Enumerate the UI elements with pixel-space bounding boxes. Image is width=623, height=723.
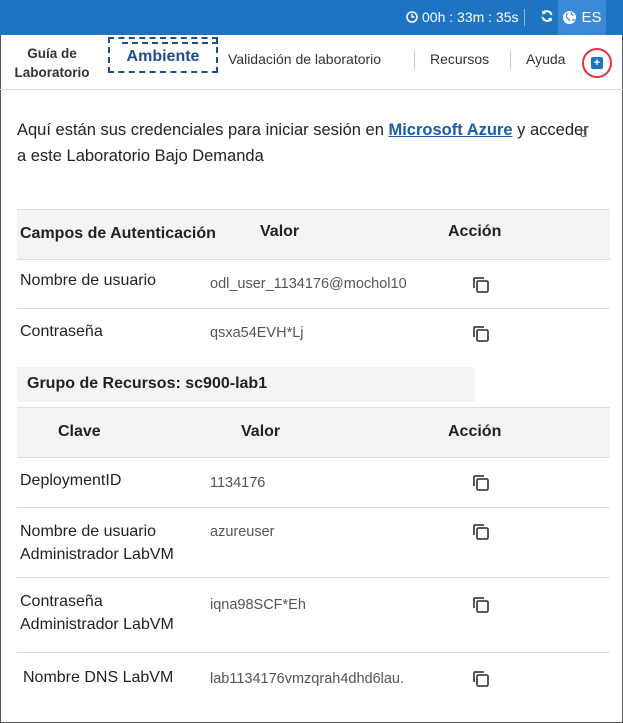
row-value: odl_user_1134176@mochol10 <box>210 276 407 292</box>
copy-icon[interactable] <box>472 276 490 294</box>
lab-timer: 00h : 33m : 35s <box>406 9 519 25</box>
header-accion: Acción <box>448 423 502 440</box>
header-clave: Clave <box>58 423 101 440</box>
row-value: iqna98SCF*Eh <box>210 597 306 613</box>
tab-validacion[interactable]: Validación de laboratorio <box>228 51 381 67</box>
header-campos: Campos de Autenticación <box>20 225 216 242</box>
intro-text: Aquí están sus credenciales para iniciar… <box>17 117 597 169</box>
header-valor: Valor <box>241 423 281 440</box>
row-field: Nombre de usuario Administrador LabVM <box>20 523 174 563</box>
row-value: qsxa54EVH*Lj <box>210 325 304 341</box>
intro-text-before: Aquí están sus credenciales para iniciar… <box>17 121 389 139</box>
topbar-divider <box>524 9 525 26</box>
table-row: DeploymentID 1134176 <box>17 457 610 508</box>
table-row: Contraseña qsxa54EVH*Lj <box>17 308 610 359</box>
row-field: Contraseña <box>20 323 103 340</box>
top-bar: 00h : 33m : 35s ES <box>0 0 623 35</box>
copy-icon[interactable] <box>472 474 490 492</box>
header-valor: Valor <box>260 223 300 240</box>
header-accion: Acción <box>448 223 502 240</box>
stray-char: d <box>580 125 588 140</box>
tab-guia-laboratorio[interactable]: Guía de Laboratorio <box>8 44 96 82</box>
active-tab-indicator <box>122 42 218 44</box>
language-label: ES <box>581 9 602 26</box>
expand-icon: + <box>591 57 603 69</box>
language-selector[interactable]: ES <box>558 0 606 35</box>
row-value: 1134176 <box>210 475 266 491</box>
row-field: Contraseña Administrador LabVM <box>20 593 174 633</box>
tab-divider <box>510 50 511 70</box>
copy-icon[interactable] <box>472 325 490 343</box>
tab-ayuda[interactable]: Ayuda <box>526 51 565 67</box>
resource-group-label: Grupo de Recursos: sc900-lab1 <box>27 375 268 392</box>
refresh-icon[interactable] <box>540 9 554 23</box>
table-row: Nombre de usuario Administrador LabVM az… <box>17 507 610 578</box>
expand-button[interactable]: + <box>582 48 612 78</box>
copy-icon[interactable] <box>472 523 490 541</box>
table-row: Nombre DNS LabVM lab1134176vmzqrah4dhd6l… <box>17 652 610 703</box>
clock-icon <box>406 11 418 23</box>
table-row: Nombre de usuario odl_user_1134176@mocho… <box>17 259 610 309</box>
row-value: azureuser <box>210 524 275 540</box>
copy-icon[interactable] <box>472 670 490 688</box>
resource-table-header: Clave Valor Acción <box>17 407 610 458</box>
globe-icon <box>563 10 577 25</box>
row-value: lab1134176vmzqrah4dhd6lau. <box>210 671 405 687</box>
tab-divider <box>414 50 415 70</box>
copy-icon[interactable] <box>472 596 490 614</box>
azure-link[interactable]: Microsoft Azure <box>388 121 512 139</box>
auth-table-header: Campos de Autenticación Valor Acción <box>17 209 610 260</box>
tab-recursos[interactable]: Recursos <box>430 51 489 67</box>
table-row: Contraseña Administrador LabVM iqna98SCF… <box>17 577 610 653</box>
row-field: Nombre DNS LabVM <box>23 669 174 686</box>
timer-text: 00h : 33m : 35s <box>422 9 519 25</box>
resource-group-title: Grupo de Recursos: sc900-lab1 <box>17 367 475 402</box>
tab-bar: Guía de Laboratorio Ambiente Validación … <box>0 35 623 90</box>
row-field: DeploymentID <box>20 472 122 489</box>
row-field: Nombre de usuario <box>20 272 157 289</box>
